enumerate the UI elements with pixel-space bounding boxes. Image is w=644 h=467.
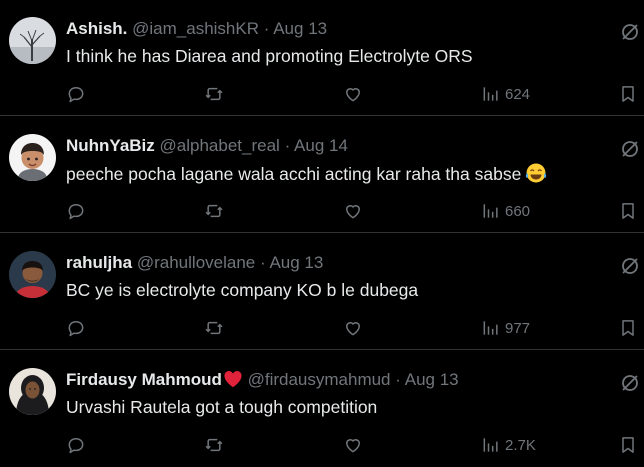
tweet-text-body: peeche pocha lagane wala acchi acting ka… [66, 164, 522, 184]
tweet-header: Firdausy Mahmoud @firdausymahmud · Aug 1… [66, 369, 459, 391]
repost-icon[interactable] [204, 316, 224, 340]
separator: · [395, 370, 401, 389]
separator: · [284, 136, 291, 155]
grok-slash-icon[interactable] [620, 139, 640, 159]
tweet-1[interactable]: Ashish. @iam_ashishKR · Aug 13 I think h… [0, 0, 644, 116]
timestamp[interactable]: Aug 14 [294, 136, 348, 155]
bookmark-icon[interactable] [618, 82, 638, 106]
handle[interactable]: @rahullovelane [137, 253, 255, 272]
avatar[interactable] [9, 368, 56, 415]
tweet-actions: 624 [66, 82, 644, 106]
memoji-avatar [9, 134, 56, 181]
display-name[interactable]: Ashish. [66, 19, 127, 38]
views-button[interactable]: 624 [481, 82, 530, 106]
tweet-header: rahuljha @rahullovelane · Aug 13 [66, 252, 323, 274]
red-heart-icon [224, 371, 242, 388]
views-button[interactable]: 2.7K [481, 433, 536, 457]
view-count: 2.7K [505, 436, 536, 454]
tweet-3[interactable]: rahuljha @rahullovelane · Aug 13 BC ye i… [0, 234, 644, 350]
views-icon [483, 204, 498, 218]
views-icon [483, 321, 498, 335]
grok-slash-icon[interactable] [620, 256, 640, 276]
display-name[interactable]: NuhnYaBiz [66, 136, 155, 155]
like-icon[interactable] [343, 199, 363, 223]
tweet-header: Ashish. @iam_ashishKR · Aug 13 [66, 18, 327, 40]
bookmark-icon[interactable] [618, 199, 638, 223]
views-icon [483, 87, 498, 101]
handle[interactable]: @alphabet_real [160, 136, 280, 155]
display-name[interactable]: rahuljha [66, 253, 132, 272]
tweet-actions: 977 [66, 316, 644, 340]
views-icon [483, 438, 498, 452]
tweet-actions: 660 [66, 199, 644, 223]
reply-icon[interactable] [66, 82, 86, 106]
display-name[interactable]: Firdausy Mahmoud [66, 370, 222, 389]
timestamp[interactable]: Aug 13 [269, 253, 323, 272]
hijab-avatar [9, 368, 56, 415]
avatar[interactable] [9, 134, 56, 181]
reply-icon[interactable] [66, 316, 86, 340]
repost-icon[interactable] [204, 199, 224, 223]
like-icon[interactable] [343, 316, 363, 340]
tweet-2[interactable]: NuhnYaBiz @alphabet_real · Aug 14 peeche… [0, 117, 644, 233]
reply-icon[interactable] [66, 199, 86, 223]
view-count: 977 [505, 319, 531, 337]
repost-icon[interactable] [204, 82, 224, 106]
tweet-text: Urvashi Rautela got a tough competition [66, 397, 378, 417]
views-button[interactable]: 977 [481, 316, 530, 340]
avatar[interactable] [9, 17, 56, 64]
timestamp[interactable]: Aug 13 [273, 19, 327, 38]
repost-icon[interactable] [204, 433, 224, 457]
tweet-header: NuhnYaBiz @alphabet_real · Aug 14 [66, 135, 348, 157]
separator: · [263, 19, 270, 38]
tweet-text: I think he has Diarea and promoting Elec… [66, 46, 473, 66]
grok-slash-icon[interactable] [620, 373, 640, 393]
tears-of-joy-emoji [526, 163, 547, 183]
avatar[interactable] [9, 251, 56, 298]
photo-avatar [9, 251, 56, 298]
like-icon[interactable] [343, 82, 363, 106]
bookmark-icon[interactable] [618, 433, 638, 457]
separator: · [259, 253, 266, 272]
tweet-actions: 2.7K [66, 433, 644, 457]
view-count: 660 [505, 202, 531, 220]
like-icon[interactable] [343, 433, 363, 457]
handle[interactable]: @iam_ashishKR [132, 19, 259, 38]
timestamp[interactable]: Aug 13 [405, 370, 459, 389]
view-count: 624 [505, 85, 531, 103]
tweet-text: peeche pocha lagane wala acchi acting ka… [66, 162, 547, 185]
tweet-text: BC ye is electrolyte company KO b le dub… [66, 280, 419, 300]
handle[interactable]: @firdausymahmud [248, 370, 391, 389]
reply-icon[interactable] [66, 433, 86, 457]
views-button[interactable]: 660 [481, 199, 530, 223]
tree-avatar [9, 17, 56, 64]
bookmark-icon[interactable] [618, 316, 638, 340]
grok-slash-icon[interactable] [620, 22, 640, 42]
